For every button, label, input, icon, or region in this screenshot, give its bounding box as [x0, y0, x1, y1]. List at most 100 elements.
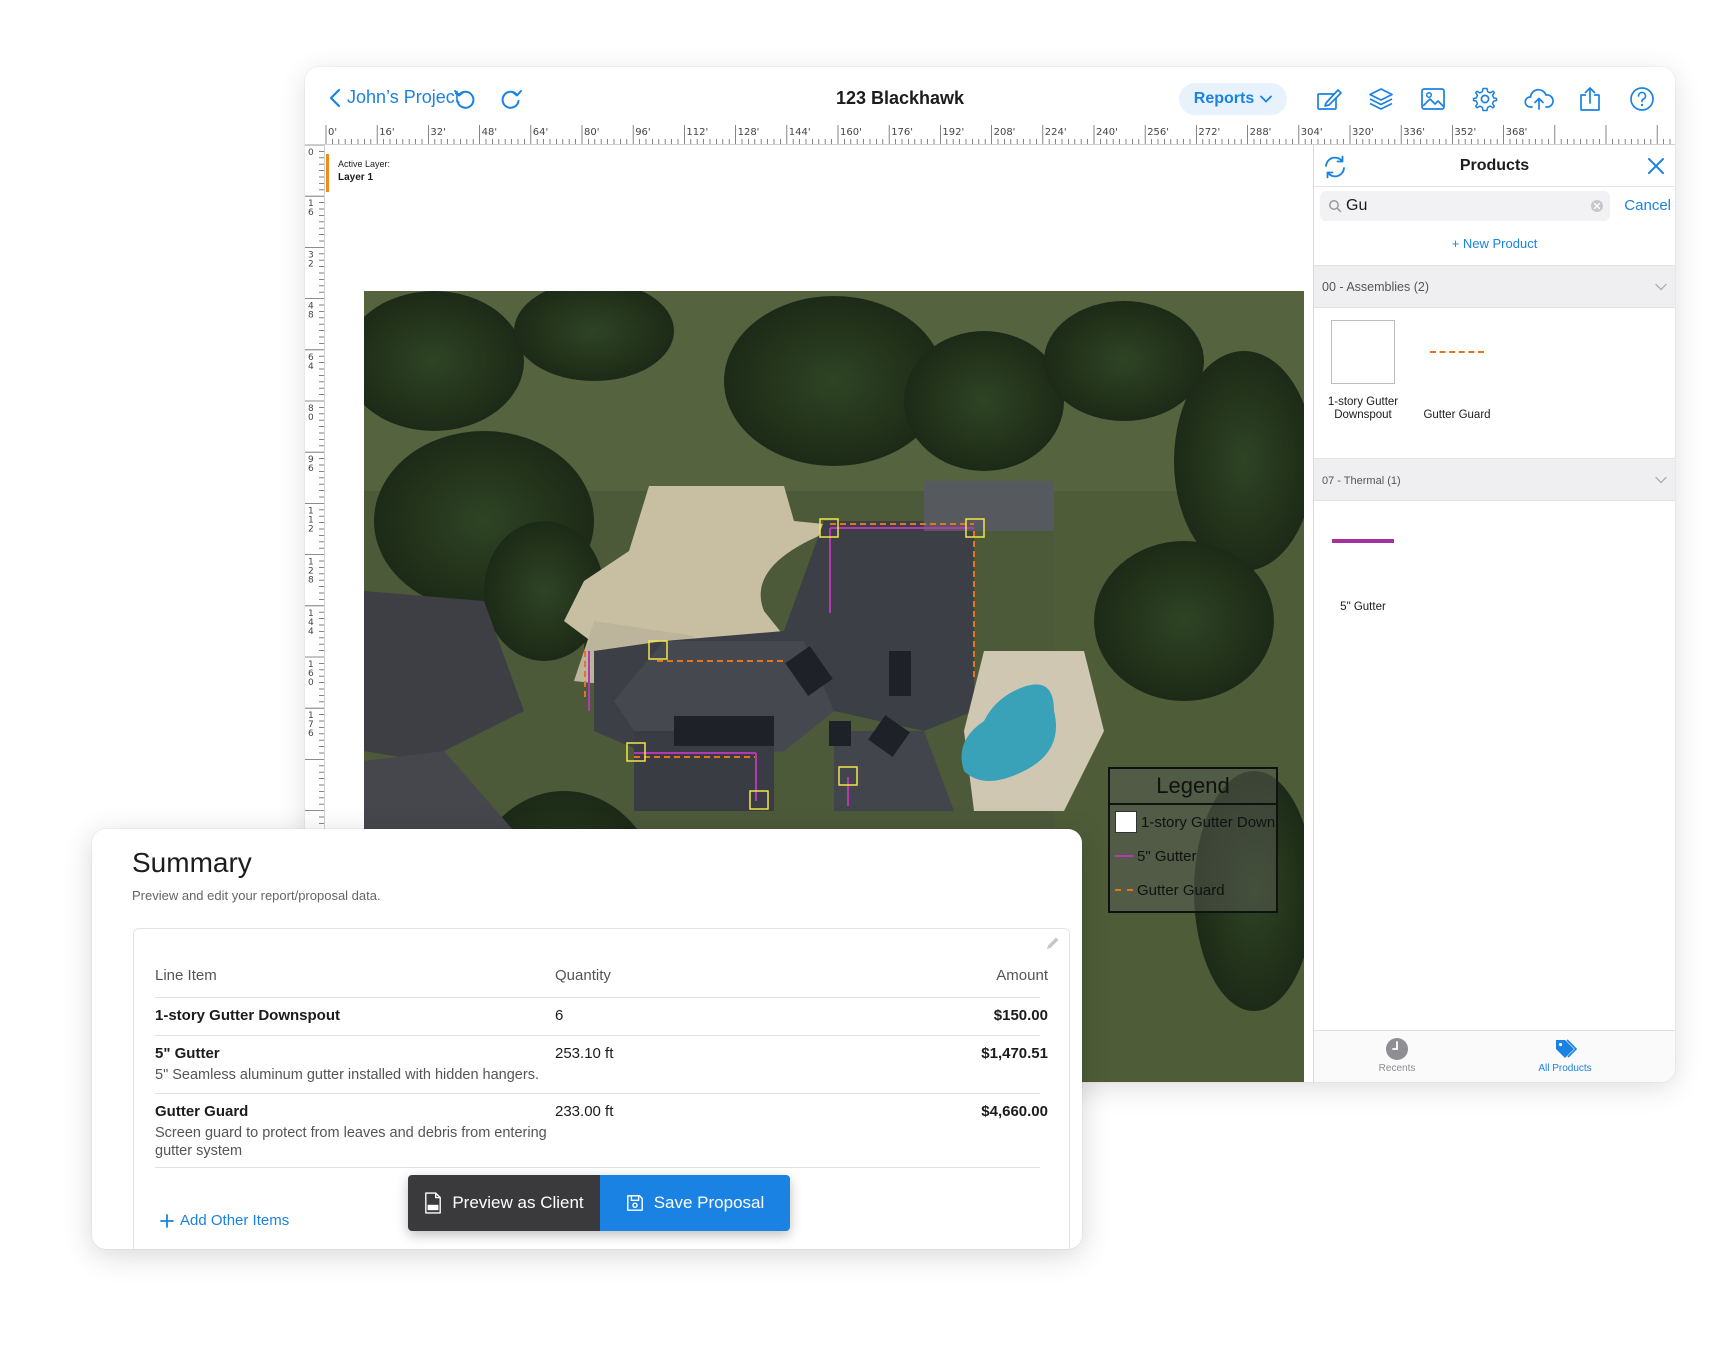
row-name: 5" Gutter [155, 1045, 220, 1062]
legend-title: Legend [1110, 773, 1276, 805]
ruler-label: 32 [308, 250, 314, 269]
ruler-label: 48' [482, 127, 497, 138]
chevron-down-icon [1655, 476, 1667, 484]
gear-icon[interactable] [1472, 86, 1498, 112]
product-tile-label: 1-story Gutter Downspout [1327, 396, 1399, 421]
ruler-label: 144' [789, 127, 811, 138]
product-tile-5-gutter[interactable]: 5" Gutter [1324, 509, 1402, 614]
summary-card: Summary Preview and edit your report/pro… [92, 829, 1082, 1249]
ruler-label: 304' [1301, 127, 1323, 138]
group-title: 07 - Thermal (1) [1322, 475, 1401, 487]
downspout-swatch [1115, 811, 1137, 833]
ruler-label: 128' [738, 127, 760, 138]
product-tile-label: 5" Gutter [1340, 601, 1386, 613]
ruler-label: 352' [1454, 127, 1476, 138]
ruler-label: 176' [891, 127, 913, 138]
active-layer-value: Layer 1 [338, 172, 374, 183]
product-search-input[interactable] [1346, 195, 1576, 217]
legend-item-gutter-guard: Gutter Guard [1110, 873, 1276, 907]
ruler-label: 48 [308, 302, 314, 321]
divider [155, 1093, 1040, 1094]
legend-item-gutter: 5" Gutter [1110, 839, 1276, 873]
reports-dropdown-button[interactable]: Reports [1179, 83, 1287, 115]
column-header-line-item: Line Item [155, 967, 217, 984]
cancel-search-button[interactable]: Cancel [1624, 197, 1671, 214]
layers-icon[interactable] [1368, 86, 1394, 112]
gutter-guard-swatch [1115, 889, 1133, 891]
image-icon[interactable] [1420, 86, 1446, 112]
product-tile-label: Gutter Guard [1423, 409, 1491, 421]
ruler-label: 32' [430, 127, 445, 138]
save-icon [626, 1195, 643, 1211]
divider [155, 997, 1040, 998]
group-header-thermal[interactable]: 07 - Thermal (1) [1314, 458, 1675, 501]
ruler-label: 16' [379, 127, 394, 138]
ruler-label: 112' [686, 127, 708, 138]
ruler-label: 272' [1198, 127, 1220, 138]
save-label: Save Proposal [653, 1193, 765, 1212]
chevron-left-icon [329, 88, 341, 107]
product-search-row: Cancel [1314, 187, 1675, 227]
products-panel-title: Products [1459, 157, 1530, 174]
document-title: 123 Blackhawk [835, 88, 965, 108]
save-proposal-button[interactable]: Save Proposal [600, 1175, 790, 1231]
legend-item-downspout: 1-story Gutter Downspout [1110, 805, 1276, 839]
chevron-down-icon [1260, 95, 1273, 103]
tab-all-products[interactable]: All Products [1520, 1037, 1610, 1074]
ruler-label: 288' [1250, 127, 1272, 138]
ruler-label: 224' [1045, 127, 1067, 138]
ruler-label: 176 [308, 711, 314, 739]
ruler-label: 128 [308, 558, 314, 586]
map-legend: Legend 1-story Gutter Downspout 5" Gutte… [1108, 767, 1278, 913]
row-name: 1-story Gutter Downspout [155, 1007, 341, 1024]
add-items-label: Add Other Items [180, 1212, 290, 1229]
legend-item-label: 1-story Gutter Downspout [1141, 813, 1276, 831]
clear-search-icon[interactable] [1590, 199, 1604, 213]
ruler-label: 0' [328, 127, 337, 138]
pencil-icon[interactable] [1316, 86, 1342, 112]
tags-icon [1556, 1039, 1577, 1058]
preview-as-client-button[interactable]: Preview as Client [408, 1175, 600, 1231]
ruler-label: 96' [635, 127, 650, 138]
cloud-upload-icon[interactable] [1524, 86, 1554, 112]
tab-label: Recents [1378, 1063, 1416, 1074]
back-button-label: John’s Project [347, 87, 460, 107]
chevron-down-icon [1655, 283, 1667, 291]
ruler-label: 80 [308, 404, 314, 423]
ruler-label: 0 [308, 148, 314, 158]
ruler-label: 256' [1147, 127, 1169, 138]
active-layer-indicator: Active Layer: Layer 1 [326, 154, 390, 192]
back-button[interactable]: John’s Project [329, 87, 460, 108]
ruler-label: 96 [308, 455, 314, 474]
add-other-items-button[interactable]: Add Other Items [160, 1212, 289, 1229]
products-panel-header: Products [1314, 145, 1675, 187]
product-tile-downspout[interactable]: 1-story Gutter Downspout [1324, 320, 1402, 422]
row-quantity: 6 [555, 1007, 564, 1024]
close-icon[interactable] [1645, 155, 1667, 177]
tab-recents[interactable]: Recents [1352, 1037, 1442, 1074]
preview-label: Preview as Client [452, 1193, 584, 1212]
row-description: 5" Seamless aluminum gutter installed wi… [155, 1067, 539, 1083]
row-amount: $150.00 [993, 1007, 1048, 1024]
redo-icon[interactable] [498, 86, 524, 112]
clock-icon [1386, 1038, 1408, 1060]
column-header-quantity: Quantity [555, 967, 611, 984]
new-product-button[interactable]: + New Product [1314, 227, 1675, 265]
ruler-label: 160 [308, 660, 314, 688]
undo-icon[interactable] [452, 86, 478, 112]
ruler-label: 80' [584, 127, 599, 138]
pencil-icon[interactable] [1045, 935, 1061, 951]
summary-title: Summary [132, 847, 252, 878]
row-amount: $4,660.00 [981, 1103, 1048, 1120]
horizontal-ruler: 0' 16' 32' 48' 64' 80' 96' 112' 128' 144' 160' 176'… [305, 125, 1675, 145]
help-icon[interactable] [1629, 86, 1655, 112]
gutter-guard-thumbnail [1425, 320, 1489, 384]
product-tile-gutter-guard[interactable]: Gutter Guard [1410, 320, 1504, 422]
row-quantity: 233.00 ft [555, 1103, 614, 1120]
group-header-assemblies[interactable]: 00 - Assemblies (2) [1314, 265, 1675, 308]
share-icon[interactable] [1577, 86, 1603, 112]
row-amount: $1,470.51 [981, 1045, 1048, 1062]
ruler-label: 336' [1403, 127, 1425, 138]
ruler-label: 208' [994, 127, 1016, 138]
ruler-label: 64 [308, 353, 314, 372]
